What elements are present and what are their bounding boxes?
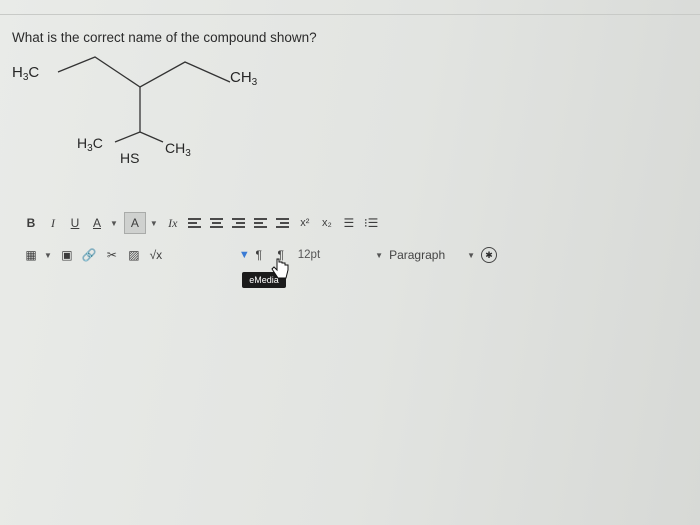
image-button[interactable]: ▨ <box>125 245 143 265</box>
table-icon: ▦ <box>25 248 37 262</box>
subscript-button[interactable]: x₂ <box>318 213 336 233</box>
align-left-button[interactable] <box>186 213 204 233</box>
molecule-label-top-right: CH3 <box>230 69 258 88</box>
indent-icon <box>276 216 290 230</box>
clear-format-button[interactable]: Ix <box>164 213 182 233</box>
bold-button[interactable]: B <box>22 213 40 233</box>
align-left-icon <box>188 216 202 230</box>
link-button[interactable]: 🔗 <box>80 245 99 265</box>
molecule-branch-right-bond <box>139 131 164 143</box>
ltr-paragraph-button[interactable]: ¶ <box>250 245 268 265</box>
font-color-dropdown-icon[interactable]: ▼ <box>110 219 118 228</box>
unordered-list-button[interactable]: ⁝☰ <box>362 213 381 233</box>
format-dropdown-icon[interactable]: ▼ <box>467 251 475 260</box>
molecule-branch-left-bond <box>114 131 141 143</box>
format-select[interactable]: Paragraph <box>389 248 445 262</box>
media-button[interactable]: ▣ <box>58 245 76 265</box>
align-right-icon <box>232 216 246 230</box>
molecule-skeleton <box>57 56 231 88</box>
media-icon: ▣ <box>61 248 73 262</box>
unordered-list-icon: ⁝☰ <box>363 216 379 230</box>
highlight-dropdown-icon[interactable]: ▼ <box>150 219 158 228</box>
align-right-button[interactable] <box>230 213 248 233</box>
divider <box>0 14 700 15</box>
font-size-select[interactable]: 12pt <box>298 249 320 261</box>
indent-button[interactable] <box>274 213 292 233</box>
hand-cursor-icon <box>271 258 289 279</box>
font-color-button[interactable]: A <box>88 213 106 233</box>
screen: What is the correct name of the compound… <box>0 0 700 525</box>
math-button[interactable]: √x <box>147 245 165 265</box>
align-center-icon <box>210 216 224 230</box>
ordered-list-button[interactable]: ☰ <box>340 213 358 233</box>
underline-button[interactable]: U <box>66 213 84 233</box>
unlink-icon: ✂ <box>106 248 117 262</box>
molecule-label-hs: HS <box>120 150 139 166</box>
accessibility-icon[interactable]: ✱ <box>481 247 498 263</box>
highlight-color-button[interactable]: A <box>123 212 146 234</box>
justify-button[interactable] <box>252 213 270 233</box>
editor-text-area[interactable] <box>22 292 682 517</box>
italic-button[interactable]: I <box>44 213 62 233</box>
molecule-label-branch-right: CH3 <box>165 140 191 159</box>
molecule-label-branch-left: H3C <box>77 135 103 154</box>
align-center-button[interactable] <box>208 213 226 233</box>
molecule-label-top-left: H3C <box>12 64 39 83</box>
ltr-dropdown-icon[interactable]: ▼ <box>239 249 250 261</box>
toolbar-row-2: ▦ ▼ ▣ 🔗 ✂ ▨ √x ▼ ¶ ¶ 12pt ▼ Paragraph ▼ … <box>22 244 498 266</box>
toolbar-row-1: B I U A ▼ A ▼ Ix x² x₂ ☰ ⁝☰ <box>22 212 384 234</box>
unlink-button[interactable]: ✂ <box>103 245 121 265</box>
ltr-paragraph-icon: ¶ <box>255 248 262 262</box>
molecule-structure: H3C CH3 H3C HS CH3 <box>12 56 258 166</box>
font-size-dropdown-icon[interactable]: ▼ <box>375 251 383 260</box>
question-text: What is the correct name of the compound… <box>12 30 317 45</box>
link-icon: 🔗 <box>81 248 97 262</box>
table-dropdown-icon[interactable]: ▼ <box>44 251 52 260</box>
superscript-button[interactable]: x² <box>296 213 314 233</box>
image-icon: ▨ <box>128 248 140 262</box>
justify-icon <box>254 216 268 230</box>
ordered-list-icon: ☰ <box>343 216 355 230</box>
table-button[interactable]: ▦ <box>22 245 40 265</box>
